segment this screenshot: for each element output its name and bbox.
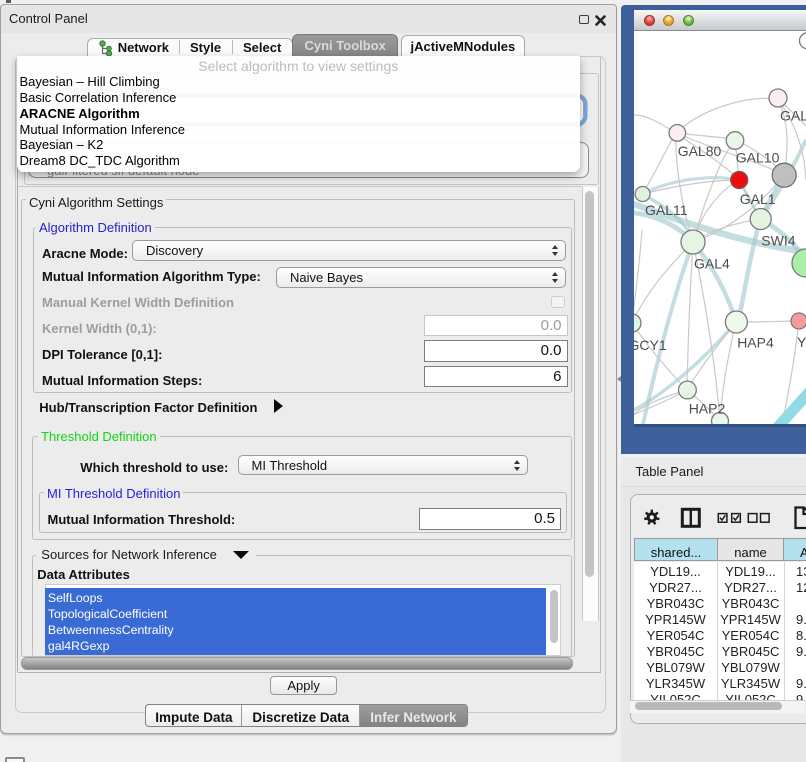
svg-text:GAL1: GAL1 [740,191,776,207]
svg-text:HAP2: HAP2 [689,400,726,416]
svg-text:GAL7: GAL7 [780,108,806,124]
svg-text:HAP4: HAP4 [737,334,774,350]
svg-text:GAL11: GAL11 [645,202,688,218]
svg-text:GCY1: GCY1 [634,337,667,353]
svg-text:GAL10: GAL10 [736,150,780,166]
svg-text:SWI4: SWI4 [761,232,795,248]
svg-text:Y: Y [797,334,806,350]
svg-text:GAL4: GAL4 [694,255,730,271]
svg-text:GAL80: GAL80 [678,143,722,159]
